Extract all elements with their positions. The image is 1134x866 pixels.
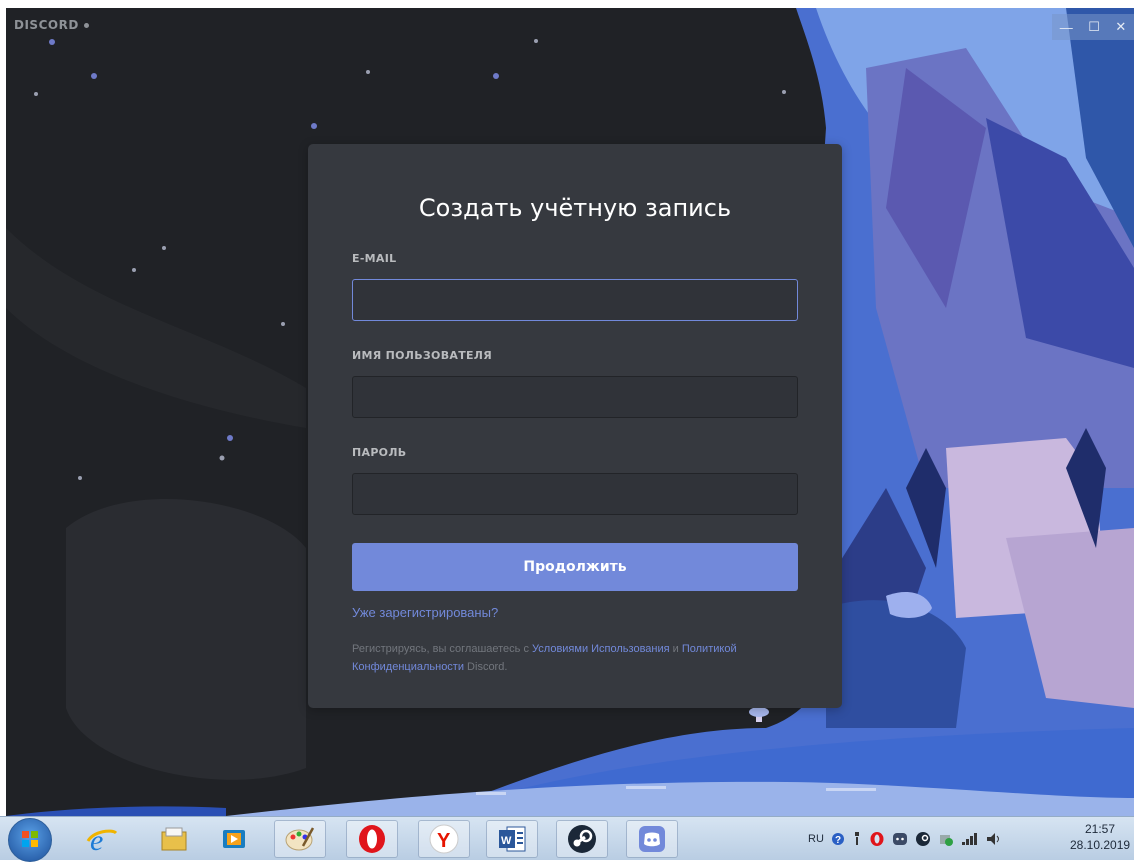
password-label: ПАРОЛЬ	[352, 446, 407, 459]
word-icon[interactable]: W	[486, 820, 538, 858]
discord-icon[interactable]	[626, 820, 678, 858]
privacy-policy-link-1[interactable]: Политикой	[682, 643, 737, 655]
discord-wordmark: DISCORD	[14, 18, 89, 32]
opera-tray-icon[interactable]	[869, 831, 885, 847]
brand-text: DISCORD	[14, 18, 79, 32]
help-icon[interactable]: ?	[831, 832, 845, 846]
username-field[interactable]	[352, 376, 798, 418]
paint-icon[interactable]	[274, 820, 326, 858]
start-orb-icon[interactable]	[8, 818, 52, 862]
already-registered-link[interactable]: Уже зарегистрированы?	[352, 605, 798, 620]
steam-tray-icon[interactable]	[915, 831, 931, 847]
email-label: E-MAIL	[352, 252, 397, 265]
clock-date: 28.10.2019	[1070, 838, 1131, 852]
yandex-browser-icon[interactable]: Y	[418, 820, 470, 858]
safely-remove-icon[interactable]	[938, 831, 954, 847]
discord-tray-icon[interactable]	[892, 831, 908, 847]
brand-dot-icon	[83, 23, 89, 28]
svg-text:Y: Y	[437, 830, 451, 852]
internet-explorer-icon[interactable]: e	[76, 820, 128, 858]
password-field[interactable]	[352, 473, 798, 515]
username-label: ИМЯ ПОЛЬЗОВАТЕЛЯ	[352, 349, 493, 362]
svg-text:?: ?	[835, 835, 841, 846]
discord-window: DISCORD — ☐ ✕ Создать учётную запись E-M…	[6, 8, 1134, 816]
close-button[interactable]: ✕	[1115, 19, 1126, 35]
terms-prefix: Регистрируясь, вы соглашаетесь с	[352, 643, 533, 655]
media-player-icon[interactable]	[208, 820, 260, 858]
file-explorer-icon[interactable]	[148, 820, 200, 858]
svg-text:e: e	[90, 824, 103, 857]
privacy-policy-link-2[interactable]: Конфиденциальности	[352, 661, 464, 673]
clock-time: 21:57	[1084, 822, 1116, 836]
steam-icon[interactable]	[556, 820, 608, 858]
window-controls: — ☐ ✕	[1052, 14, 1134, 40]
language-indicator[interactable]: RU	[808, 833, 824, 845]
svg-text:W: W	[501, 835, 512, 847]
register-title: Создать учётную запись	[418, 194, 732, 222]
volume-icon[interactable]	[986, 832, 1002, 846]
terms-suffix: Discord.	[464, 661, 508, 673]
terms-of-service-link[interactable]: Условиями Использования	[532, 643, 670, 655]
opera-icon[interactable]	[346, 820, 398, 858]
signal-icon[interactable]	[961, 832, 979, 846]
system-tray: RU ?	[808, 817, 1002, 860]
continue-button[interactable]: Продолжить	[352, 543, 798, 591]
maximize-button[interactable]: ☐	[1088, 19, 1100, 35]
minimize-button[interactable]: —	[1060, 20, 1073, 35]
network-icon[interactable]	[852, 831, 862, 847]
terms-and: и	[669, 643, 682, 655]
terms-text: Регистрируясь, вы соглашаетесь с Условия…	[352, 640, 798, 676]
email-field[interactable]	[352, 279, 798, 321]
register-modal: Создать учётную запись E-MAIL ИМЯ ПОЛЬЗО…	[308, 144, 842, 708]
windows-taskbar: e Y W RU ? 21:57 28.10.2019	[0, 816, 1134, 862]
system-clock[interactable]: 21:57 28.10.2019	[1070, 821, 1130, 853]
